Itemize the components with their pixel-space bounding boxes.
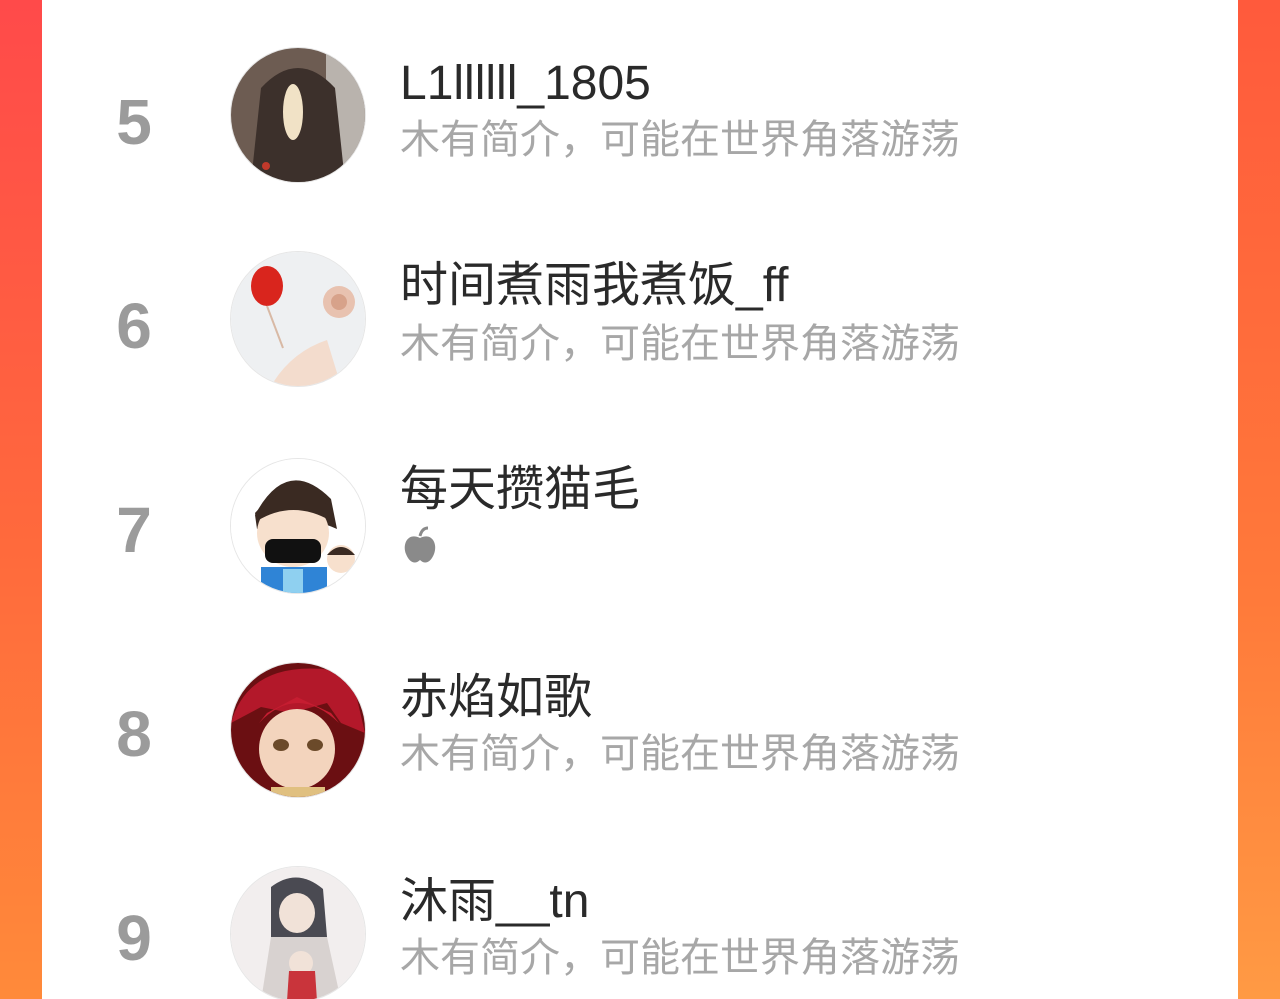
- user-avatar[interactable]: [230, 251, 366, 387]
- rank-number: 8: [116, 698, 152, 770]
- app-frame: 5 L1llllll_1805 木有简介，可能在世界角落游荡 6 时间煮雨我煮饭…: [0, 0, 1280, 999]
- rank-number: 7: [116, 494, 152, 566]
- user-bio: 木有简介，可能在世界角落游荡: [400, 732, 960, 776]
- apple-icon: [404, 526, 436, 563]
- user-bio: 木有简介，可能在世界角落游荡: [400, 118, 960, 162]
- ranking-row[interactable]: 5 L1llllll_1805 木有简介，可能在世界角落游荡: [42, 10, 1238, 214]
- user-bio: 木有简介，可能在世界角落游荡: [400, 936, 960, 980]
- user-avatar[interactable]: [230, 662, 366, 798]
- ranking-row[interactable]: 8 赤焰如歌 木有简介，可能在世界角落游荡: [42, 622, 1238, 826]
- user-name[interactable]: 沐雨__tn: [400, 878, 589, 926]
- avatar-red-balloon-flower-icon: [231, 252, 365, 386]
- ranking-row[interactable]: 9 沐雨__tn 木有简介，可能在世界角落游荡: [42, 826, 1238, 999]
- ranking-row[interactable]: 6 时间煮雨我煮饭_ff 木有简介，可能在世界角落游荡: [42, 214, 1238, 418]
- avatar-red-hair-anime-icon: [231, 663, 365, 797]
- user-name[interactable]: 赤焰如歌: [400, 674, 592, 722]
- user-bio: 木有简介，可能在世界角落游荡: [400, 322, 960, 366]
- avatar-cartoon-boy-mask-icon: [231, 459, 365, 593]
- avatar-ink-painting-figures-icon: [231, 867, 365, 999]
- right-gradient-border: [1238, 0, 1280, 999]
- user-avatar[interactable]: [230, 458, 366, 594]
- ranking-list-panel: 5 L1llllll_1805 木有简介，可能在世界角落游荡 6 时间煮雨我煮饭…: [42, 0, 1238, 999]
- ranking-row[interactable]: 7 每天攒猫毛: [42, 418, 1238, 622]
- rank-number: 5: [116, 86, 152, 158]
- avatar-hooded-figure-icon: [231, 48, 365, 182]
- rank-number: 6: [116, 290, 152, 362]
- user-name[interactable]: L1llllll_1805: [400, 60, 651, 108]
- user-avatar[interactable]: [230, 47, 366, 183]
- rank-number: 9: [116, 902, 152, 974]
- user-name[interactable]: 时间煮雨我煮饭_ff: [400, 262, 789, 310]
- user-name[interactable]: 每天攒猫毛: [400, 466, 640, 514]
- user-avatar[interactable]: [230, 866, 366, 999]
